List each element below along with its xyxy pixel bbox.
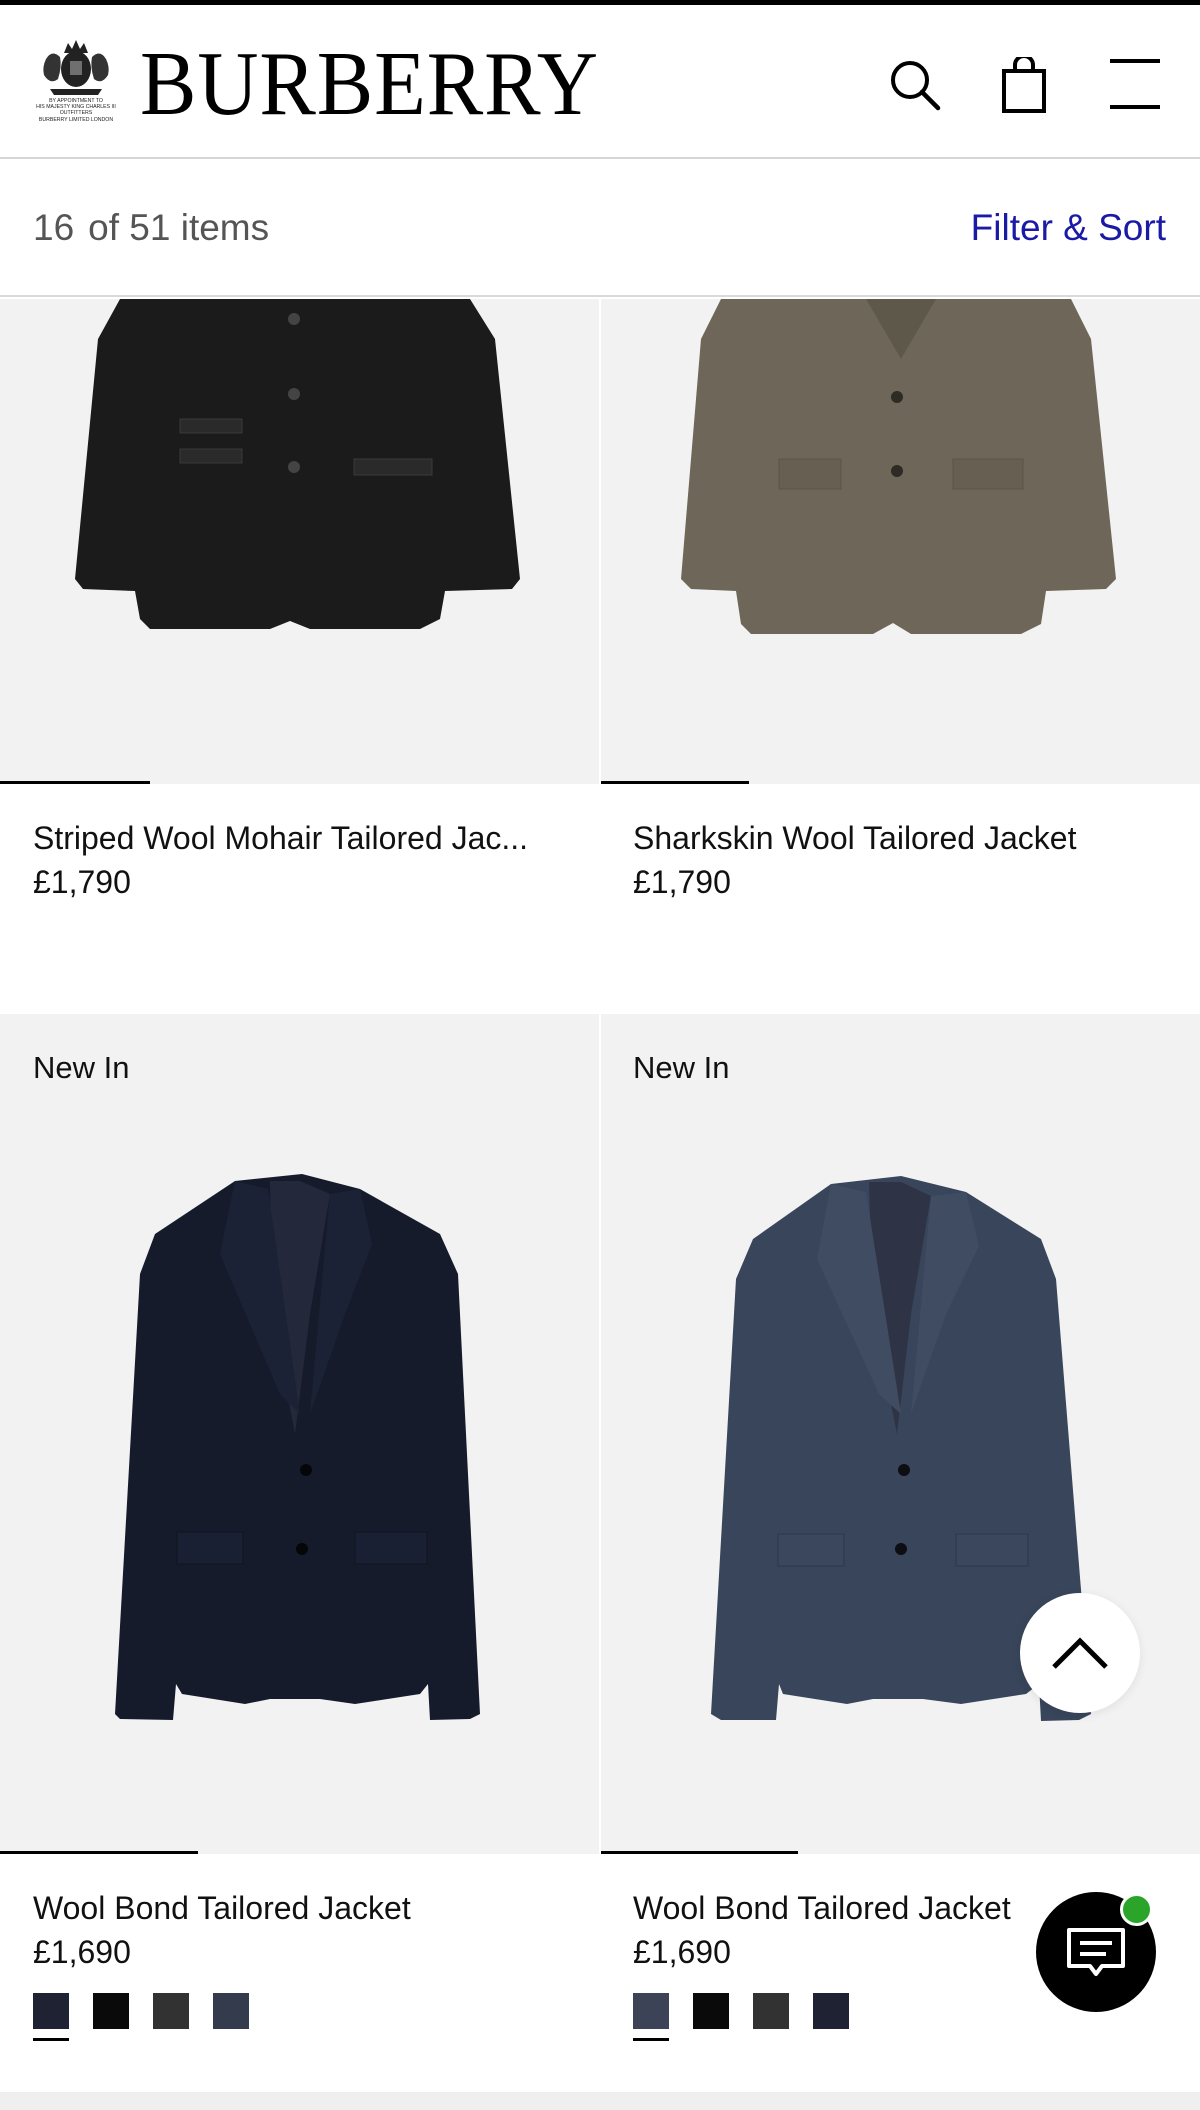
color-swatch[interactable]: [213, 1993, 249, 2029]
chevron-up-icon: [1052, 1637, 1108, 1669]
results-count: 16 of 51 items: [33, 207, 269, 249]
search-button[interactable]: [887, 57, 943, 113]
product-price: £1,790: [633, 864, 731, 900]
next-row-preview: [0, 2092, 1200, 2110]
results-shown: 16: [33, 207, 75, 248]
royal-warrant-crest: BY APPOINTMENT TO HIS MAJESTY KING CHARL…: [32, 35, 120, 130]
jacket-image: [681, 299, 1116, 634]
product-image-4[interactable]: [601, 1014, 1200, 1854]
scroll-to-top-button[interactable]: [1020, 1593, 1140, 1713]
product-price: £1,790: [33, 864, 131, 900]
new-in-badge: New In: [633, 1050, 730, 1085]
selected-swatch-indicator: [633, 2038, 669, 2041]
product-price: £1,690: [33, 1934, 131, 1970]
new-in-badge: New In: [33, 1050, 130, 1085]
product-name[interactable]: Striped Wool Mohair Tailored Jac...: [33, 820, 528, 857]
jacket-image: [711, 1176, 1091, 1721]
product-image-3[interactable]: [0, 1014, 599, 1854]
royal-crest-icon: [43, 40, 109, 95]
jacket-image: [75, 299, 520, 629]
color-swatch[interactable]: [153, 1993, 189, 2029]
color-swatch[interactable]: [93, 1993, 129, 2029]
menu-button[interactable]: [1108, 57, 1164, 113]
product-name[interactable]: Sharkskin Wool Tailored Jacket: [633, 820, 1076, 857]
color-swatch[interactable]: [33, 1993, 69, 2029]
color-swatch[interactable]: [753, 1993, 789, 2029]
image-carousel-progress: [0, 781, 150, 784]
color-swatch[interactable]: [633, 1993, 669, 2029]
image-carousel-progress: [601, 1851, 798, 1854]
product-image-1[interactable]: [0, 299, 599, 784]
site-header: BY APPOINTMENT TO HIS MAJESTY KING CHARL…: [0, 5, 1200, 159]
image-carousel-progress: [0, 1851, 198, 1854]
image-carousel-progress: [601, 781, 749, 784]
shopping-bag-icon: [1002, 57, 1046, 113]
online-status-dot: [1120, 1893, 1153, 1926]
product-name[interactable]: Wool Bond Tailored Jacket: [633, 1890, 1011, 1927]
shopping-bag-button[interactable]: [998, 57, 1054, 113]
jacket-image: [115, 1174, 480, 1720]
color-swatch[interactable]: [693, 1993, 729, 2029]
selected-swatch-indicator: [33, 2038, 69, 2041]
results-total: of 51 items: [88, 207, 270, 248]
royal-warrant-text: BY APPOINTMENT TO HIS MAJESTY KING CHARL…: [36, 98, 116, 123]
brand-logo[interactable]: BURBERRY: [140, 38, 599, 129]
color-swatch[interactable]: [813, 1993, 849, 2029]
product-image-2[interactable]: [601, 299, 1200, 784]
menu-icon: [1110, 59, 1160, 109]
search-icon: [891, 61, 941, 111]
product-name[interactable]: Wool Bond Tailored Jacket: [33, 1890, 411, 1927]
filter-sort-button[interactable]: Filter & Sort: [971, 207, 1166, 249]
product-price: £1,690: [633, 1934, 731, 1970]
results-bar: 16 of 51 items Filter & Sort: [0, 161, 1200, 297]
